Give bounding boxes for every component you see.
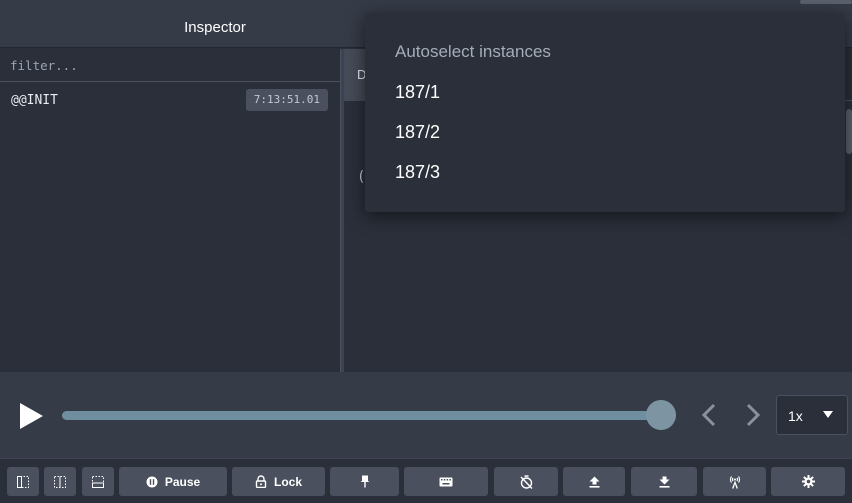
menu-item-instance[interactable]: 187/3: [395, 162, 440, 183]
caret-down-icon: [823, 411, 833, 418]
menu-heading: Autoselect instances: [395, 42, 551, 61]
layout-right-button[interactable]: [82, 467, 114, 496]
action-list-pane: @@INIT 7:13:51.01: [0, 49, 341, 372]
instance-select-menu: Autoselect instances 187/1 187/2 187/3: [365, 13, 845, 212]
state-pane-scrollbar[interactable]: [846, 109, 852, 154]
layout-bottom-icon: [54, 475, 66, 488]
layout-right-icon: [92, 475, 104, 488]
next-button[interactable]: [744, 402, 762, 428]
menu-item-instance[interactable]: 187/2: [395, 122, 440, 143]
action-name: @@INIT: [11, 93, 58, 108]
menu-item-instance[interactable]: 187/1: [395, 82, 440, 103]
timer-off-button[interactable]: [494, 467, 558, 496]
persist-button[interactable]: [330, 467, 399, 496]
settings-button[interactable]: [771, 467, 845, 496]
download-icon: [659, 476, 669, 488]
gear-icon: [801, 475, 815, 488]
bottom-toolbar: Pause Lock: [0, 458, 852, 503]
export-button[interactable]: [563, 467, 625, 496]
keyboard-icon: [439, 477, 453, 486]
pause-label: Pause: [164, 474, 201, 489]
chevron-right-icon: [746, 403, 761, 427]
lock-icon: [255, 475, 267, 488]
pin-icon: [360, 475, 369, 488]
lock-button[interactable]: Lock: [232, 467, 325, 496]
upload-icon: [589, 476, 599, 488]
lock-label: Lock: [273, 474, 302, 489]
speed-value: 1x: [788, 408, 803, 424]
layout-bottom-button[interactable]: [44, 467, 76, 496]
timer-off-icon: [519, 474, 533, 489]
layout-left-button[interactable]: [7, 467, 39, 496]
filter-input[interactable]: [0, 49, 340, 82]
pause-button[interactable]: Pause: [119, 467, 227, 496]
playback-slider-bar: 1x: [0, 372, 852, 458]
layout-left-icon: [17, 475, 29, 488]
slider-track[interactable]: [62, 411, 660, 420]
play-icon: [20, 403, 43, 429]
pause-icon: [146, 476, 158, 487]
header-scrollbar[interactable]: [800, 0, 852, 4]
previous-button[interactable]: [700, 402, 718, 428]
action-timestamp-badge[interactable]: 7:13:51.01: [245, 89, 328, 111]
slider-thumb[interactable]: [646, 400, 676, 430]
import-button[interactable]: [631, 467, 697, 496]
chevron-left-icon: [701, 403, 716, 427]
remote-button[interactable]: [703, 467, 766, 496]
remote-icon: [729, 475, 740, 488]
speed-select[interactable]: 1x: [776, 395, 848, 435]
shortcuts-button[interactable]: [404, 467, 488, 496]
play-button[interactable]: [18, 402, 44, 430]
action-list-item[interactable]: @@INIT 7:13:51.01: [0, 83, 340, 117]
